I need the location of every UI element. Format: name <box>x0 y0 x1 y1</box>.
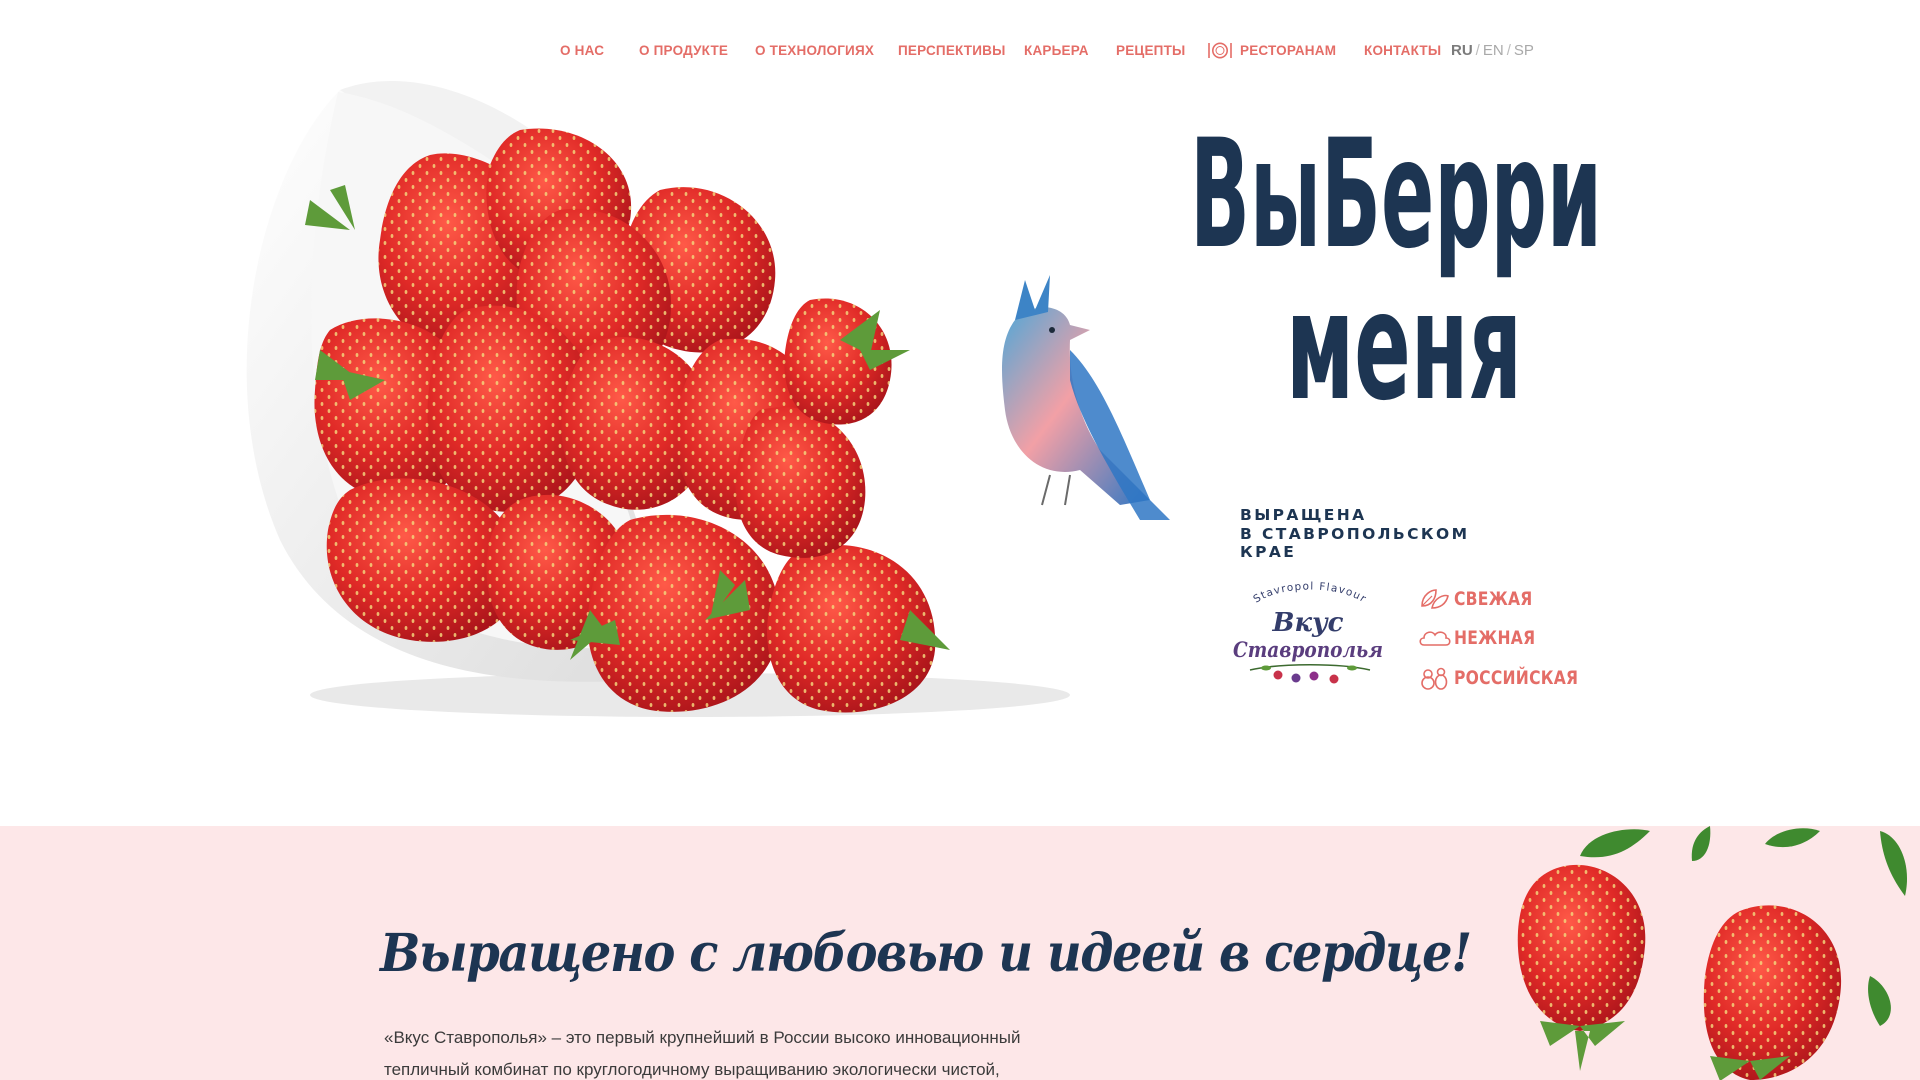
strawberry <box>1703 905 1842 1080</box>
about-title: Выращено с любовью и идеей в сердце! <box>380 923 1472 984</box>
logo-berries-ornament <box>1249 664 1371 684</box>
headline-line2: меня <box>1286 260 1522 416</box>
grown-line: В СТАВРОПОЛЬСКОМ <box>1240 524 1470 543</box>
lang-en[interactable]: EN <box>1483 42 1504 59</box>
watercolor-bird <box>1002 275 1170 520</box>
about-text: «Вкус Ставрополья» – это первый крупнейш… <box>384 1022 1074 1080</box>
strawberry-bowl-image <box>246 81 1170 717</box>
language-switcher: RU / EN / SP <box>1451 41 1534 61</box>
about-text-line: «Вкус Ставрополья» – это первый крупнейш… <box>384 1028 1021 1047</box>
about-section: Выращено с любовью и идеей в сердце! «Вк… <box>0 826 1920 1080</box>
grown-line: ВЫРАЩЕНА <box>1240 506 1367 524</box>
grown-line: КРАЕ <box>1240 543 1297 561</box>
hero-headline: ВыБерри меня <box>1190 108 1602 416</box>
feature-tender-label: НЕЖНАЯ <box>1454 627 1536 649</box>
feature-fresh: СВЕЖАЯ <box>1418 586 1550 612</box>
feature-tender: НЕЖНАЯ <box>1418 625 1553 651</box>
logo-line1: Вкус <box>1272 608 1344 638</box>
floating-strawberries-image <box>1517 826 1908 1080</box>
lang-separator: / <box>1506 42 1511 59</box>
lang-separator: / <box>1475 42 1480 59</box>
grown-in-region: ВЫРАЩЕНА В СТАВРОПОЛЬСКОМ КРАЕ <box>1240 506 1500 562</box>
cloud-icon <box>1419 631 1451 646</box>
logo-line2: Ставрополья <box>1233 637 1383 662</box>
lang-ru[interactable]: RU <box>1451 42 1473 59</box>
strawberry <box>1517 864 1646 1071</box>
matryoshka-icon <box>1421 667 1448 690</box>
feature-russian: РОССИЙСКАЯ <box>1418 665 1606 691</box>
feature-fresh-label: СВЕЖАЯ <box>1454 588 1533 610</box>
headline-line1: ВыБерри <box>1190 108 1602 282</box>
vkus-stavropolya-logo[interactable]: Stavropol Flavour Вкус Ставрополья <box>1230 575 1390 691</box>
strawberries <box>314 128 936 713</box>
logo-top-text: Stavropol Flavour <box>1251 580 1369 605</box>
lang-sp[interactable]: SP <box>1514 42 1534 59</box>
about-text-line: тепличный комбинат по круглогодичному вы… <box>384 1060 1000 1079</box>
nav-contacts[interactable]: КОНТАКТЫ <box>1364 41 1441 61</box>
nav-restaurants[interactable]: РЕСТОРАНАМ <box>1240 41 1336 61</box>
feature-russian-label: РОССИЙСКАЯ <box>1454 667 1579 689</box>
restaurant-plate-icon[interactable] <box>1207 40 1233 60</box>
leaf-icon <box>1421 589 1449 609</box>
